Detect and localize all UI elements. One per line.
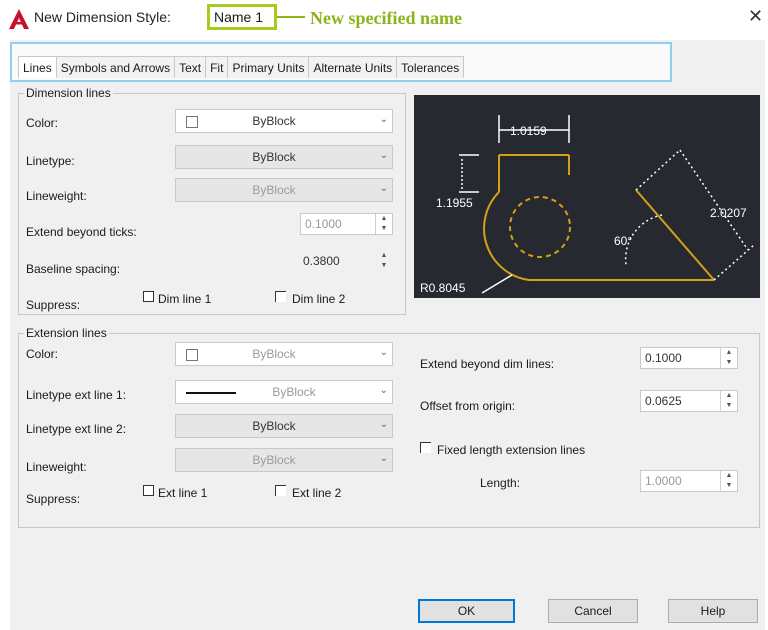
chevron-down-icon: ⌄ (379, 419, 388, 430)
close-icon[interactable]: ✕ (748, 6, 763, 27)
spinner-arrows-icon[interactable]: ▲ ▼ (720, 348, 737, 368)
dim-color-select[interactable]: ByBlock ⌄ (175, 109, 393, 133)
preview-geometry-line (635, 189, 715, 281)
dimension-lines-group-label: Dimension lines (24, 86, 113, 100)
ext-linetype-2-label: Linetype ext line 2: (26, 422, 127, 436)
chevron-down-icon: ⌄ (379, 114, 388, 125)
dim-linetype-select[interactable]: ByBlock ⌄ (175, 145, 393, 169)
offset-from-origin-label: Offset from origin: (420, 399, 516, 413)
baseline-spacing-label: Baseline spacing: (26, 262, 121, 276)
ext-lineweight-label: Lineweight: (26, 460, 87, 474)
tab-primary-units[interactable]: Primary Units (227, 56, 310, 78)
dim-linetype-label: Linetype: (26, 154, 75, 168)
length-input[interactable]: 1.0000 ▲ ▼ (640, 470, 738, 492)
extend-beyond-ticks-value: 0.1000 (305, 217, 342, 231)
preview-extension-line (713, 244, 755, 281)
tab-text[interactable]: Text (174, 56, 207, 78)
preview-dim-right: 2.0207 (710, 206, 747, 220)
ext-line-1-label: Ext line 1 (158, 486, 208, 500)
length-value: 1.0000 (645, 474, 682, 488)
dim-line-1-checkbox[interactable] (143, 291, 154, 302)
offset-from-origin-input[interactable]: 0.0625 ▲ ▼ (640, 390, 738, 412)
preview-dim-top: 1.0159 (510, 124, 547, 138)
ext-line-2-checkbox[interactable] (275, 485, 286, 496)
ext-line-2-label: Ext line 2 (292, 486, 342, 500)
extend-beyond-ticks-input[interactable]: 0.1000 ▲ ▼ (300, 213, 393, 235)
chevron-down-icon: ⌄ (379, 385, 388, 396)
preview-extension-line (635, 149, 681, 191)
ext-color-label: Color: (26, 347, 59, 361)
cancel-button[interactable]: Cancel (548, 599, 638, 623)
extend-beyond-ticks-label: Extend beyond ticks: (26, 225, 137, 239)
tab-strip: Lines Symbols and Arrows Text Fit Primar… (18, 56, 465, 78)
annotation-callout-text: New specified name (310, 8, 462, 28)
ext-linetype-1-value: ByBlock (272, 385, 316, 399)
dim-color-value: ByBlock (252, 114, 296, 128)
tab-alternate-units[interactable]: Alternate Units (308, 56, 398, 78)
offset-from-origin-value: 0.0625 (645, 394, 682, 408)
preview-angle: 60° (614, 234, 632, 248)
style-name-field: Name 1 (207, 4, 277, 30)
spinner-arrows-icon[interactable]: ▲ ▼ (375, 214, 392, 234)
preview-dimension-line (679, 149, 749, 251)
ok-button[interactable]: OK (418, 599, 515, 623)
ext-line-1-checkbox[interactable] (143, 485, 154, 496)
chevron-down-icon: ⌄ (379, 347, 388, 358)
extend-beyond-dim-value: 0.1000 (645, 351, 682, 365)
ext-suppress-label: Suppress: (26, 492, 81, 506)
dim-line-1-label: Dim line 1 (158, 292, 212, 306)
preview-radius: R0.8045 (420, 281, 466, 295)
preview-geometry-circle (509, 196, 571, 258)
help-button[interactable]: Help (668, 599, 758, 623)
chevron-down-icon: ⌄ (379, 453, 388, 464)
ext-linetype-2-select[interactable]: ByBlock ⌄ (175, 414, 393, 438)
autocad-app-icon (9, 9, 29, 29)
extend-beyond-dim-label: Extend beyond dim lines: (420, 357, 555, 371)
chevron-down-icon: ⌄ (379, 183, 388, 194)
dim-line-2-label: Dim line 2 (292, 292, 346, 306)
dim-lineweight-value: ByBlock (252, 183, 296, 197)
tab-tolerances[interactable]: Tolerances (396, 56, 465, 78)
ext-linetype-1-label: Linetype ext line 1: (26, 388, 127, 402)
spinner-arrows-icon[interactable]: ▲ ▼ (720, 471, 737, 491)
fixed-length-label: Fixed length extension lines (437, 443, 586, 457)
length-label: Length: (480, 476, 521, 490)
dialog-title: New Dimension Style: (34, 9, 171, 25)
dimension-preview-drawing: 1.0159 1.1955 2.0207 60° R0.8045 (420, 115, 755, 295)
dim-lineweight-label: Lineweight: (26, 189, 87, 203)
dim-lineweight-select[interactable]: ByBlock ⌄ (175, 178, 393, 202)
chevron-down-icon: ⌄ (379, 150, 388, 161)
dim-color-label: Color: (26, 116, 59, 130)
ext-linetype-1-select[interactable]: ByBlock ⌄ (175, 380, 393, 404)
baseline-spacing-value: 0.3800 (303, 254, 340, 268)
dim-linetype-value: ByBlock (252, 150, 296, 164)
tab-symbols-and-arrows[interactable]: Symbols and Arrows (55, 56, 176, 78)
annotation-callout-line (277, 16, 305, 18)
spinner-arrows-icon[interactable]: ▲ ▼ (376, 251, 392, 271)
extend-beyond-dim-input[interactable]: 0.1000 ▲ ▼ (640, 347, 738, 369)
ext-lineweight-value: ByBlock (252, 453, 296, 467)
tab-lines[interactable]: Lines (18, 56, 57, 78)
ext-linetype-2-value: ByBlock (252, 419, 296, 433)
extension-lines-group-label: Extension lines (24, 326, 109, 340)
ext-color-select[interactable]: ByBlock ⌄ (175, 342, 393, 366)
dim-line-2-checkbox[interactable] (275, 291, 286, 302)
ext-color-value: ByBlock (252, 347, 296, 361)
baseline-spacing-input[interactable]: 0.3800 ▲ ▼ (300, 250, 393, 272)
tab-fit[interactable]: Fit (205, 56, 229, 78)
dim-suppress-label: Suppress: (26, 298, 81, 312)
spinner-arrows-icon[interactable]: ▲ ▼ (720, 391, 737, 411)
ext-lineweight-select[interactable]: ByBlock ⌄ (175, 448, 393, 472)
preview-leader-line (481, 274, 513, 294)
preview-panel: 1.0159 1.1955 2.0207 60° R0.8045 (414, 95, 760, 298)
preview-dim-left: 1.1955 (436, 196, 473, 210)
preview-geometry-arc (483, 191, 530, 281)
fixed-length-checkbox[interactable] (420, 442, 431, 453)
